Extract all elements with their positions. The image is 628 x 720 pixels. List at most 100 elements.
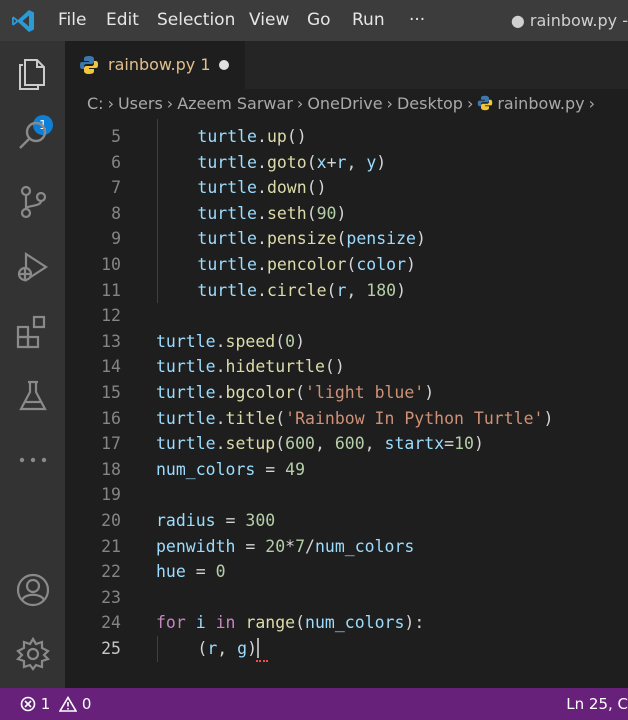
breadcrumb-item-drive[interactable]: C: <box>87 89 104 119</box>
code-line[interactable]: 22 hue = 0 <box>65 559 628 585</box>
testing-icon[interactable] <box>14 377 52 415</box>
code-text: turtle.pencolor(color) <box>197 255 416 274</box>
extensions-icon[interactable] <box>14 313 52 351</box>
breadcrumb: C: › Users › Azeem Sarwar › OneDrive › Desktop › … <box>65 89 628 119</box>
code-text: turtle.down() <box>197 178 327 198</box>
settings-gear-icon[interactable] <box>14 635 52 673</box>
code-line[interactable]: 14 turtle.hideturtle() <box>65 354 628 380</box>
code-text: turtle.hideturtle() <box>156 357 345 377</box>
code-line[interactable]: 12 <box>65 303 628 329</box>
code-text: radius = 300 <box>156 511 276 530</box>
line-number: 12 <box>101 306 121 326</box>
title-bar: File Edit Selection View Go Run ··· ● ra… <box>0 0 628 41</box>
code-line[interactable]: 18 num_colors = 49 <box>65 457 628 483</box>
line-number: 20 <box>101 511 121 530</box>
breadcrumb-item-users[interactable]: Users <box>118 89 163 119</box>
menu-file[interactable]: File <box>58 0 86 41</box>
code-line[interactable]: 8 turtle.seth(90) <box>65 201 628 227</box>
menu-run[interactable]: Run <box>352 0 385 41</box>
line-number: 24 <box>101 613 121 633</box>
breadcrumb-item-onedrive[interactable]: OneDrive <box>307 89 382 119</box>
line-number: 19 <box>101 485 121 505</box>
line-number: 15 <box>101 383 121 402</box>
code-text: turtle.seth(90) <box>197 203 347 223</box>
code-line[interactable]: 10 turtle.pencolor(color) <box>65 252 628 278</box>
line-number: 6 <box>111 152 121 172</box>
error-count: 1 <box>40 695 51 713</box>
code-line[interactable]: 7 turtle.down() <box>65 175 628 201</box>
menu-more[interactable]: ··· <box>409 0 425 41</box>
line-number: 17 <box>101 434 121 454</box>
code-line[interactable]: 16 turtle.title('Rainbow In Python Turtle… <box>65 406 628 432</box>
menu-selection[interactable]: Selection <box>157 0 235 41</box>
chevron-right-icon: › <box>166 94 174 113</box>
line-number: 8 <box>111 203 121 223</box>
files-icon[interactable] <box>14 55 52 93</box>
menu-go[interactable]: Go <box>307 0 331 41</box>
error-squiggle <box>256 656 268 662</box>
code-line[interactable]: 5 turtle.up() <box>65 124 628 150</box>
code-text: num_colors = 49 <box>156 459 306 479</box>
code-line[interactable]: 21 penwidth = 20*7/num_colors <box>65 534 628 560</box>
chevron-right-icon: › <box>466 94 474 113</box>
line-number: 13 <box>101 331 121 351</box>
code-line[interactable]: 11 turtle.circle(r, 180) <box>65 278 628 304</box>
warning-count: 0 <box>81 695 92 713</box>
code-text: turtle.setup(600, 600, startx=10) <box>156 434 484 454</box>
python-file-icon <box>478 95 493 111</box>
breadcrumb-item-file[interactable]: rainbow.py <box>497 89 584 119</box>
code-line[interactable]: 17 turtle.setup(600, 600, startx=10) <box>65 431 628 457</box>
vscode-logo-icon[interactable] <box>10 8 36 34</box>
code-text: for i in range(num_colors): <box>156 613 425 633</box>
tab-rainbow-py[interactable]: rainbow.py 1 <box>65 41 245 89</box>
code-text: turtle.bgcolor('light blue') <box>156 383 435 402</box>
line-number: 16 <box>101 408 121 428</box>
code-line[interactable]: 23 <box>65 585 628 611</box>
more-icon[interactable] <box>14 441 52 479</box>
code-line[interactable]: 13 turtle.speed(0) <box>65 329 628 355</box>
chevron-right-icon: › <box>296 94 304 113</box>
line-number: 5 <box>111 127 121 146</box>
error-icon <box>20 696 36 712</box>
activity-bar: 1 <box>0 41 65 688</box>
search-icon[interactable] <box>14 117 52 155</box>
python-file-icon <box>80 56 98 74</box>
status-bar: 1 0 Ln 25, C <box>0 688 628 720</box>
chevron-right-icon: › <box>107 94 114 113</box>
code-line[interactable]: 9 turtle.pensize(pensize) <box>65 226 628 252</box>
breadcrumb-item-desktop[interactable]: Desktop <box>397 89 463 119</box>
line-number: 9 <box>111 229 121 249</box>
code-line[interactable]: 24 for i in range(num_colors): <box>65 610 628 636</box>
code-text: turtle.speed(0) <box>156 331 306 351</box>
code-line[interactable]: 6 turtle.goto(x+r, y) <box>65 150 628 176</box>
line-number: 23 <box>101 587 121 607</box>
tab-label: rainbow.py 1 <box>108 55 211 74</box>
indent-guide <box>157 636 158 662</box>
indent-guide <box>157 119 158 304</box>
unsaved-dot-icon[interactable] <box>219 60 229 70</box>
code-line[interactable]: 19 <box>65 482 628 508</box>
code-text: turtle.pensize(pensize) <box>197 229 426 249</box>
warning-icon <box>58 695 78 712</box>
menu-view[interactable]: View <box>249 0 289 41</box>
code-line[interactable]: 15 turtle.bgcolor('light blue') <box>65 380 628 406</box>
cursor-position[interactable]: Ln 25, C <box>566 688 628 720</box>
breadcrumb-item-user[interactable]: Azeem Sarwar <box>177 89 293 119</box>
chevron-right-icon: › <box>588 94 595 113</box>
code-text: penwidth = 20*7/num_colors <box>156 536 415 556</box>
line-number: 21 <box>101 536 121 556</box>
chevron-right-icon: › <box>386 94 393 113</box>
code-line[interactable]: 25 (r, g) <box>65 636 628 662</box>
line-number: 22 <box>101 562 121 582</box>
code-text: turtle.goto(x+r, y) <box>197 152 387 172</box>
line-number: 7 <box>111 178 121 198</box>
code-line[interactable]: 20 radius = 300 <box>65 508 628 534</box>
run-debug-icon[interactable] <box>14 248 52 286</box>
source-control-icon[interactable] <box>14 183 52 221</box>
code-editor[interactable]: 5 turtle.up() 6 turtle.goto(x+r, y) 7 turtle.… <box>65 119 628 688</box>
menu-edit[interactable]: Edit <box>106 0 139 41</box>
account-icon[interactable] <box>14 571 52 609</box>
tab-bar: rainbow.py 1 <box>65 41 628 89</box>
line-number: 18 <box>101 459 121 479</box>
problems-indicator[interactable]: 1 0 <box>20 688 91 720</box>
